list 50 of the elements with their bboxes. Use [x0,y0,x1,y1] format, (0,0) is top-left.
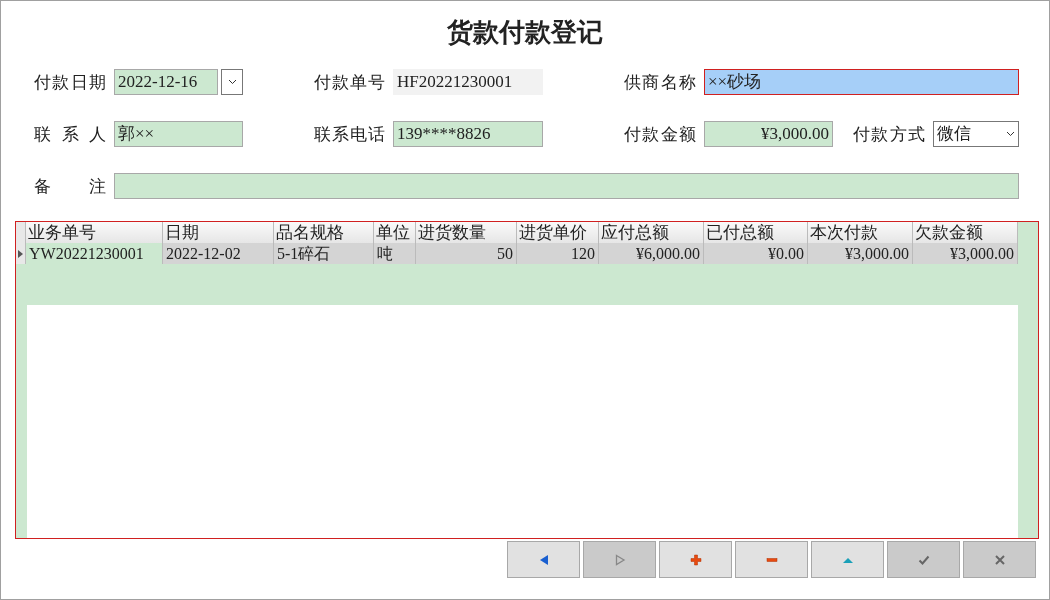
table-cell: 5-1碎石 [274,243,374,264]
field-label: 付款单号 [314,72,386,94]
add-button[interactable] [659,541,732,578]
input-field[interactable]: 郭×× [114,121,243,147]
table-cell: YW20221230001 [26,243,163,264]
column-header[interactable]: 已付总额 [704,222,808,243]
caret-icon [227,79,237,85]
order-number-field[interactable]: HF20221230001 [393,69,543,95]
column-header[interactable]: 日期 [163,222,274,243]
field-label: 付款方式 [853,124,926,146]
table-cell: ¥6,000.00 [599,243,704,264]
previous-button[interactable] [507,541,580,578]
plus-icon [689,553,702,566]
input-field[interactable]: 139****8826 [393,121,543,147]
table-cell: ¥0.00 [704,243,808,264]
column-header[interactable]: 单位 [374,222,416,243]
table-cell: 2022-12-02 [163,243,274,264]
payment-method-dropdown[interactable]: 微信 [933,121,1019,147]
table-cell: 50 [416,243,517,264]
field-label: 备 注 [34,176,107,198]
column-header[interactable]: 本次付款 [808,222,913,243]
row-selector[interactable] [16,243,26,264]
input-field[interactable]: ××砂场 [704,69,1019,95]
table-cell: ¥3,000.00 [913,243,1018,264]
close-icon [993,553,1006,566]
caret-icon [1006,131,1015,137]
field-label: 供商名称 [624,72,697,94]
checkmark-icon [917,553,930,566]
field-label: 联 系 人 [34,124,107,146]
input-field[interactable] [114,173,1019,199]
column-header[interactable]: 欠款金额 [913,222,1018,243]
column-header[interactable]: 应付总额 [599,222,704,243]
table-cell: ¥3,000.00 [808,243,913,264]
up-button[interactable] [811,541,884,578]
column-header[interactable]: 品名规格 [274,222,374,243]
column-header[interactable]: 业务单号 [26,222,163,243]
row-selector-header [16,222,26,243]
column-header[interactable]: 进货单价 [517,222,599,243]
amount-field[interactable]: ¥3,000.00 [704,121,833,147]
field-label: 付款金额 [624,124,697,146]
field-label: 付款日期 [34,72,107,94]
date-picker-button[interactable] [221,69,243,95]
field-label: 联系电话 [314,124,386,146]
column-header[interactable]: 进货数量 [416,222,517,243]
right-triangle-icon [613,553,626,566]
table-cell: 吨 [374,243,416,264]
form-title: 货款付款登记 [446,17,604,49]
date-field[interactable]: 2022-12-16 [114,69,218,95]
table-cell: 120 [517,243,599,264]
delete-button[interactable] [735,541,808,578]
